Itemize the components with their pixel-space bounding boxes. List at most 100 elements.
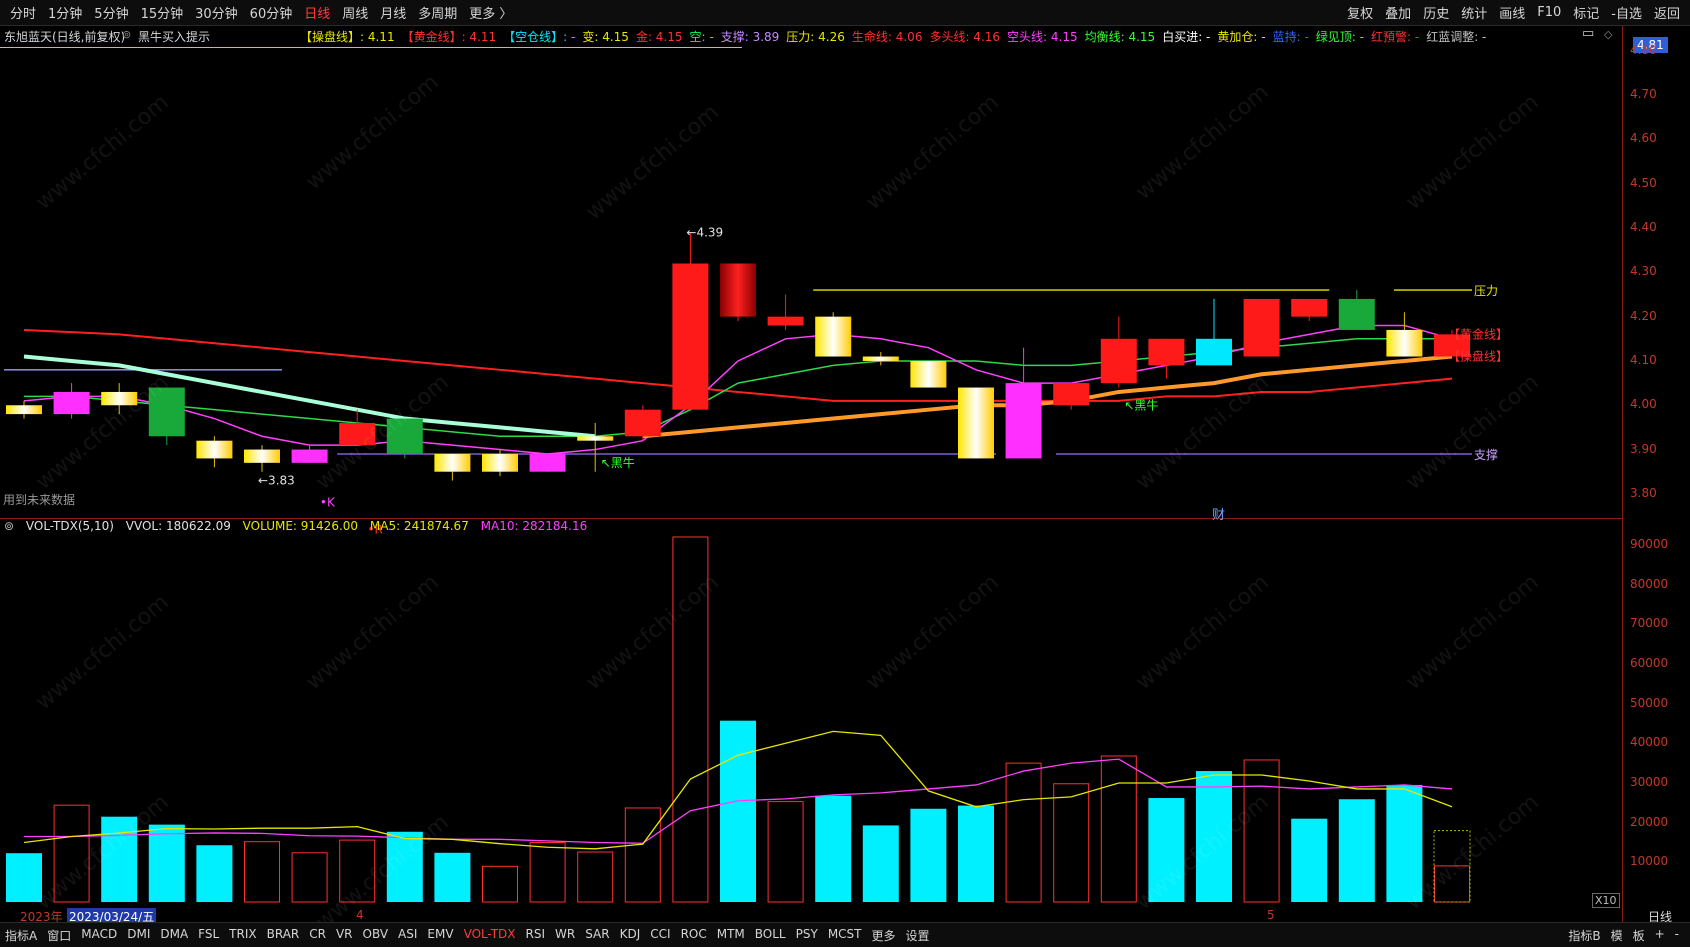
indicator-tab[interactable]: EMV [422, 927, 458, 944]
candle-body[interactable] [958, 387, 994, 459]
candle-body[interactable] [244, 449, 280, 463]
period-tab[interactable]: 周线 [336, 3, 374, 22]
indicator-b-tool[interactable]: 板 [1628, 927, 1650, 944]
tool-button[interactable]: -自选 [1605, 3, 1648, 22]
tool-button[interactable]: 统计 [1455, 3, 1493, 22]
candle-body[interactable] [529, 453, 566, 472]
candle-body[interactable] [672, 263, 709, 410]
tool-button[interactable]: F10 [1531, 5, 1567, 20]
candle-body[interactable] [767, 316, 804, 326]
candle-body[interactable] [1243, 298, 1280, 357]
volume-bar[interactable] [910, 808, 947, 902]
volume-bar[interactable] [244, 841, 280, 903]
volume-toggle-icon[interactable]: ⊚ [4, 519, 14, 533]
tool-button[interactable]: 叠加 [1379, 3, 1417, 22]
period-tab[interactable]: 15分钟 [135, 3, 190, 22]
period-tab[interactable]: 分时 [4, 3, 42, 22]
candle-body[interactable] [1196, 338, 1232, 366]
indicator-b-tool[interactable]: + [1650, 927, 1670, 944]
candle-body[interactable] [196, 440, 233, 459]
indicator-b-tool[interactable]: 模 [1606, 927, 1628, 944]
volume-bar[interactable] [720, 720, 756, 902]
indicator-tab[interactable]: WR [550, 927, 580, 944]
candle-body[interactable] [291, 449, 328, 463]
volume-bar[interactable] [1053, 783, 1090, 903]
candle-body[interactable] [6, 405, 42, 415]
indicator-tab[interactable]: PSY [791, 927, 823, 944]
tool-button[interactable]: 复权 [1341, 3, 1379, 22]
candle-body[interactable] [815, 316, 852, 357]
indicator-tab[interactable]: SAR [580, 927, 614, 944]
indicator-tab[interactable]: DMA [155, 927, 193, 944]
period-tab[interactable]: 日线 [298, 3, 336, 22]
volume-bar[interactable] [196, 845, 233, 902]
indicator-tab[interactable]: MTM [712, 927, 750, 944]
candle-body[interactable] [434, 453, 471, 472]
volume-bar[interactable] [434, 852, 471, 902]
volume-bar[interactable] [958, 805, 994, 902]
indicator-tab[interactable]: VOL-TDX [459, 927, 521, 944]
indicator-tab[interactable]: CCI [645, 927, 675, 944]
volume-bar[interactable] [291, 852, 328, 903]
volume-bar[interactable] [624, 807, 661, 903]
candle-body[interactable] [624, 409, 661, 437]
volume-bar[interactable] [1005, 762, 1042, 903]
indicator-tab[interactable]: VR [331, 927, 358, 944]
indicator-tab[interactable]: FSL [193, 927, 224, 944]
candle-body[interactable] [1005, 383, 1042, 459]
period-tab[interactable]: 多周期 [412, 3, 463, 22]
period-tab[interactable]: 30分钟 [189, 3, 244, 22]
indicator-tab[interactable]: ROC [676, 927, 712, 944]
volume-bar[interactable] [767, 801, 804, 903]
candle-body[interactable] [1386, 329, 1423, 357]
candle-body[interactable] [910, 360, 947, 388]
volume-bar[interactable] [815, 795, 852, 902]
volume-bar[interactable] [577, 851, 614, 903]
volume-bar[interactable] [1243, 759, 1280, 903]
indicator-tab[interactable]: 窗口 [42, 927, 76, 944]
finance-mark[interactable]: 财 [1212, 504, 1225, 523]
tool-button[interactable]: 返回 [1648, 3, 1686, 22]
volume-bar[interactable] [1338, 799, 1375, 902]
period-tab[interactable]: 更多 〉 [463, 3, 518, 22]
chart-canvas[interactable]: 压力支撑←4.39←3.83↖黑牛↖黑牛•K•R【黄金线】【操盘线】 [0, 26, 1622, 922]
volume-indicator-name[interactable]: VOL-TDX(5,10) [26, 519, 114, 533]
volume-bar[interactable] [1291, 818, 1328, 902]
volume-bar[interactable] [482, 865, 518, 903]
volume-bar[interactable] [148, 824, 185, 902]
indicator-tab[interactable]: ASI [393, 927, 422, 944]
indicator-tab[interactable]: BOLL [750, 927, 791, 944]
candle-body[interactable] [1053, 383, 1090, 406]
candle-body[interactable] [1148, 338, 1185, 366]
period-tab[interactable]: 1分钟 [42, 3, 88, 22]
volume-bar[interactable] [1100, 755, 1137, 903]
indicator-tab[interactable]: KDJ [615, 927, 646, 944]
candle-body[interactable] [482, 453, 518, 472]
indicator-tab[interactable]: MACD [76, 927, 122, 944]
indicator-b-tool[interactable]: - [1670, 927, 1684, 944]
indicator-tab[interactable]: TRIX [224, 927, 261, 944]
indicator-tab[interactable]: 指标A [0, 927, 42, 944]
candle-body[interactable] [1291, 298, 1328, 317]
candle-body[interactable] [1100, 338, 1137, 384]
volume-bar[interactable] [862, 825, 899, 902]
period-tab[interactable]: 60分钟 [244, 3, 299, 22]
candle-body[interactable] [577, 436, 614, 441]
candle-body[interactable] [720, 263, 756, 317]
indicator-tab[interactable]: MCST [823, 927, 867, 944]
period-tab[interactable]: 5分钟 [88, 3, 134, 22]
indicator-tab[interactable]: RSI [521, 927, 551, 944]
indicator-tab[interactable]: 更多 [867, 927, 901, 944]
indicator-tab[interactable]: CR [304, 927, 331, 944]
tool-button[interactable]: 画线 [1493, 3, 1531, 22]
candle-body[interactable] [1338, 298, 1375, 330]
tool-button[interactable]: 历史 [1417, 3, 1455, 22]
indicator-b-tool[interactable]: 指标B [1563, 927, 1605, 944]
indicator-tab[interactable]: 设置 [901, 927, 935, 944]
candle-body[interactable] [862, 356, 899, 361]
indicator-tab[interactable]: OBV [358, 927, 394, 944]
volume-bar[interactable] [529, 841, 566, 903]
indicator-tab[interactable]: BRAR [262, 927, 305, 944]
tool-button[interactable]: 标记 [1567, 3, 1605, 22]
period-tab[interactable]: 月线 [374, 3, 412, 22]
